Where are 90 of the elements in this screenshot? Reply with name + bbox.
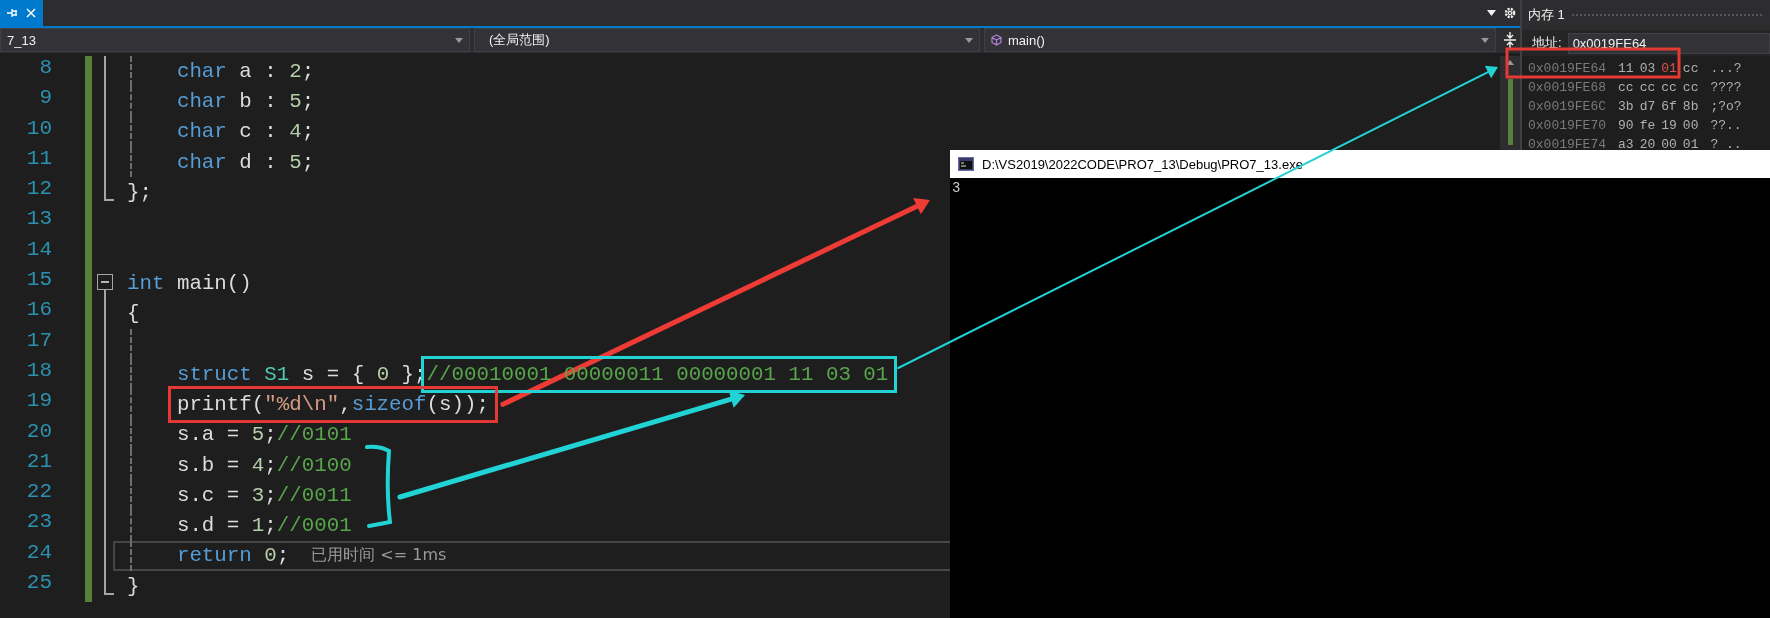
memory-ascii: ...?	[1710, 61, 1742, 76]
code-line: printf("%d\n",sizeof(s));	[176, 392, 489, 416]
line-number: 19	[25, 389, 53, 415]
line-number: 13	[25, 207, 53, 233]
code-line: int main()	[127, 271, 252, 295]
memory-byte: cc	[1661, 80, 1677, 95]
code-line: char d : 5;	[176, 150, 315, 174]
code-line: return 0;	[176, 544, 290, 568]
memory-address: 0x0019FE68	[1528, 80, 1606, 95]
code-line: char b : 5;	[176, 89, 315, 113]
dropdown-caret-icon	[455, 37, 463, 43]
dropdown-caret-icon	[965, 37, 973, 43]
line-number: 16	[25, 298, 53, 324]
memory-address: 0x0019FE6C	[1528, 99, 1606, 114]
memory-byte: 6f	[1661, 99, 1677, 114]
code-line: s.c = 3;	[176, 483, 277, 507]
code-line: char a : 2;	[176, 59, 315, 83]
code-line: struct S1 s = { 0 };	[176, 362, 427, 386]
code-comment: //00010001 00000011 00000001 11 03 01	[426, 362, 889, 386]
memory-ascii: ? ..	[1710, 137, 1742, 152]
dropdown-caret-icon	[1481, 37, 1489, 43]
collapse-icon[interactable]	[97, 274, 113, 291]
cube-icon	[991, 34, 1002, 46]
line-number: 15	[25, 268, 53, 294]
editor-tab[interactable]	[0, 0, 43, 26]
line-number: 8	[38, 56, 53, 81]
memory-byte: 20	[1639, 137, 1656, 152]
memory-byte: 3b	[1618, 99, 1634, 114]
code-comment: //0100	[276, 453, 352, 477]
memory-ascii: ;?o?	[1710, 99, 1742, 114]
memory-byte: cc	[1682, 80, 1699, 95]
console-title: D:\VS2019\2022CODE\PRO7_13\Debug\PRO7_13.exe	[982, 156, 1303, 172]
line-number: 11	[25, 146, 53, 172]
memory-address: 0x0019FE74	[1528, 137, 1606, 152]
line-number: 22	[25, 480, 53, 506]
memory-byte: 11	[1618, 61, 1634, 76]
code-comment: //0011	[276, 483, 352, 507]
line-number: 25	[25, 571, 53, 597]
scroll-up-icon[interactable]	[1506, 60, 1514, 65]
code-line: s.b = 4;	[176, 453, 277, 477]
elapsed-time-hint: 已用时间 <= 1ms	[311, 545, 447, 567]
close-icon[interactable]	[25, 8, 36, 18]
line-number: 14	[25, 237, 53, 263]
memory-byte: a3	[1618, 137, 1634, 152]
memory-byte: 90	[1618, 118, 1634, 133]
address-label: 地址:	[1532, 34, 1562, 52]
memory-byte: 01	[1682, 137, 1699, 152]
code-line: char c : 4;	[176, 120, 315, 144]
line-number: 12	[25, 177, 53, 203]
memory-byte: 00	[1682, 118, 1699, 133]
code-line: s.a = 5;	[176, 423, 277, 447]
member-dropdown[interactable]: main()	[984, 28, 1496, 52]
code-comment: //0101	[276, 423, 352, 447]
dropdown-caret-icon[interactable]	[1487, 10, 1496, 16]
memory-ascii: ??..	[1710, 118, 1742, 133]
memory-byte: cc	[1639, 80, 1656, 95]
memory-byte: 19	[1661, 118, 1677, 133]
memory-byte: fe	[1639, 118, 1656, 133]
line-number: 9	[38, 86, 53, 112]
split-icon[interactable]	[1503, 30, 1517, 50]
line-number: 20	[25, 419, 53, 445]
memory-address: 0x0019FE70	[1528, 118, 1606, 133]
line-number: 21	[25, 449, 53, 475]
console-output: 3	[952, 180, 961, 196]
memory-window-title: 内存 1	[1528, 6, 1565, 24]
code-line: };	[127, 180, 152, 204]
line-number: 23	[25, 510, 53, 536]
scope-dropdown[interactable]: (全局范围)	[474, 28, 980, 52]
memory-byte: 00	[1661, 137, 1677, 152]
memory-byte: d7	[1639, 99, 1656, 114]
memory-address: 0x0019FE64	[1528, 61, 1606, 76]
pin-icon[interactable]	[7, 8, 18, 18]
memory-byte: 03	[1639, 61, 1656, 76]
memory-byte: 01	[1661, 61, 1677, 76]
settings-icon[interactable]	[1504, 7, 1516, 19]
project-dropdown[interactable]: 7_13	[0, 28, 470, 52]
memory-byte: cc	[1682, 61, 1699, 76]
line-number: 17	[25, 328, 53, 354]
code-line: {	[127, 302, 140, 325]
memory-byte: 8b	[1682, 99, 1699, 114]
code-line: }	[127, 574, 140, 598]
code-line: s.d = 1;	[176, 514, 277, 538]
line-number: 18	[25, 358, 53, 384]
console-app-icon	[958, 157, 974, 171]
scrollbar-change-marker	[1507, 79, 1513, 145]
memory-ascii: ????	[1710, 80, 1742, 95]
line-number: 10	[25, 116, 53, 142]
line-number: 24	[25, 540, 53, 566]
memory-byte: cc	[1618, 80, 1634, 95]
code-comment: //0001	[276, 514, 352, 538]
